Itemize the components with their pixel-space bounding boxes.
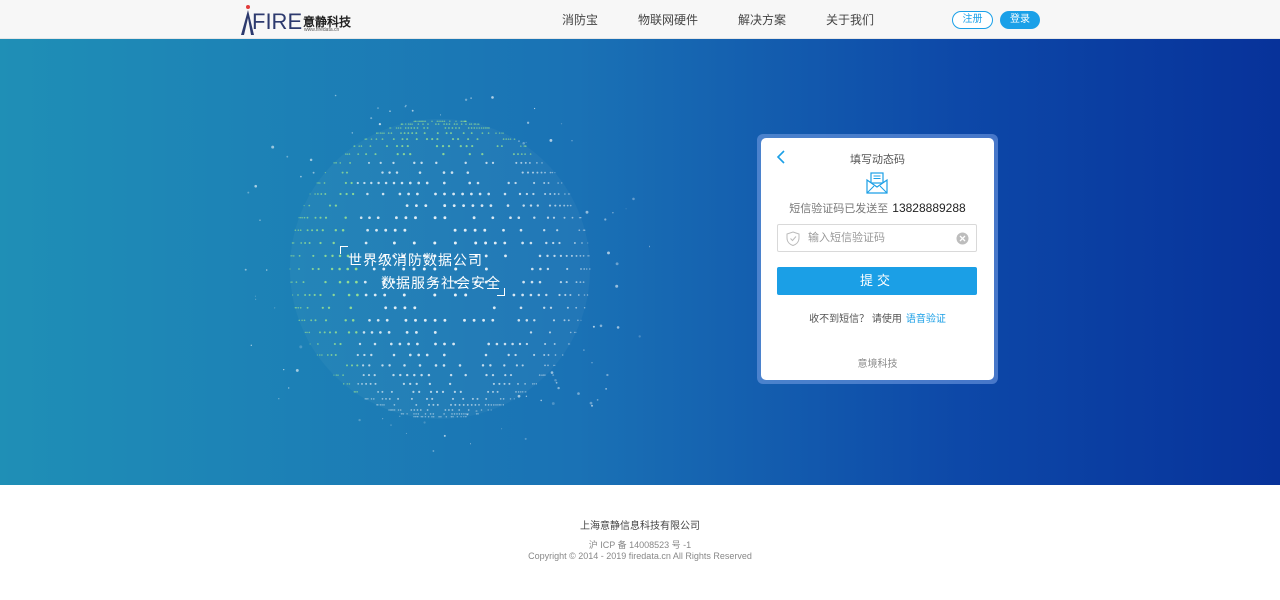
shield-icon [786, 231, 800, 246]
main-nav: 消防宝 物联网硬件 解决方案 关于我们 [562, 12, 914, 28]
footer-copyright: Copyright © 2014 - 2019 firedata.cn All … [528, 551, 752, 561]
submit-button[interactable]: 提交 [777, 267, 977, 295]
nav-item-xiaofangbao[interactable]: 消防宝 [562, 12, 598, 28]
footer-company-name: 上海意静信息科技有限公司 [580, 521, 700, 532]
sms-code-input[interactable] [808, 227, 948, 249]
nav-item-about-us[interactable]: 关于我们 [826, 12, 874, 28]
hero-banner: 世界级消防数据公司 数据服务社会安全 填写动态码 短信验证码已发送至 138288… [0, 39, 1280, 485]
logo-text: FIRE [252, 9, 303, 34]
page-footer: 上海意静信息科技有限公司 沪 ICP 备 14008523 号 -1 Copyr… [0, 485, 1280, 600]
logo[interactable]: FIRE 意静科技 www.firedata.cn [238, 4, 358, 36]
logo-url: www.firedata.cn [304, 27, 340, 33]
envelope-icon [866, 172, 888, 194]
sms-sent-prefix: 短信验证码已发送至 [789, 203, 889, 215]
login-button[interactable]: 登录 [1000, 11, 1040, 29]
clear-icon[interactable] [956, 232, 969, 245]
nav-item-solutions[interactable]: 解决方案 [738, 12, 786, 28]
sms-code-field[interactable] [777, 224, 977, 252]
phone-number: 13828889288 [892, 201, 966, 215]
slogan-corner-top-left [340, 246, 348, 254]
register-button[interactable]: 注册 [952, 11, 993, 29]
verification-card-frame: 填写动态码 短信验证码已发送至 13828889288 输入短信验证码 提交 收… [757, 134, 998, 384]
card-title: 填写动态码 [850, 154, 905, 166]
verification-card: 填写动态码 短信验证码已发送至 13828889288 输入短信验证码 提交 收… [761, 138, 994, 380]
footer-icp: 沪 ICP 备 14008523 号 -1 [588, 540, 692, 550]
nav-item-iot-hardware[interactable]: 物联网硬件 [638, 12, 698, 28]
slogan-corner-bottom-right [497, 288, 505, 296]
slogan: 世界级消防数据公司 数据服务社会安全 [340, 246, 505, 296]
slogan-line-1: 世界级消防数据公司 [348, 252, 483, 268]
voice-verify-link[interactable]: 语音验证 [906, 314, 946, 325]
no-sms-text: 收不到短信？ 请使用 [809, 314, 902, 325]
slogan-line-2: 数据服务社会安全 [381, 275, 501, 291]
card-footer-brand: 意境科技 [857, 359, 898, 370]
voice-verify-row: 收不到短信？ 请使用 语音验证 [761, 310, 994, 325]
sms-sent-message: 短信验证码已发送至 13828889288 [761, 200, 994, 216]
top-header: FIRE 意静科技 www.firedata.cn 消防宝 物联网硬件 解决方案… [0, 0, 1280, 39]
